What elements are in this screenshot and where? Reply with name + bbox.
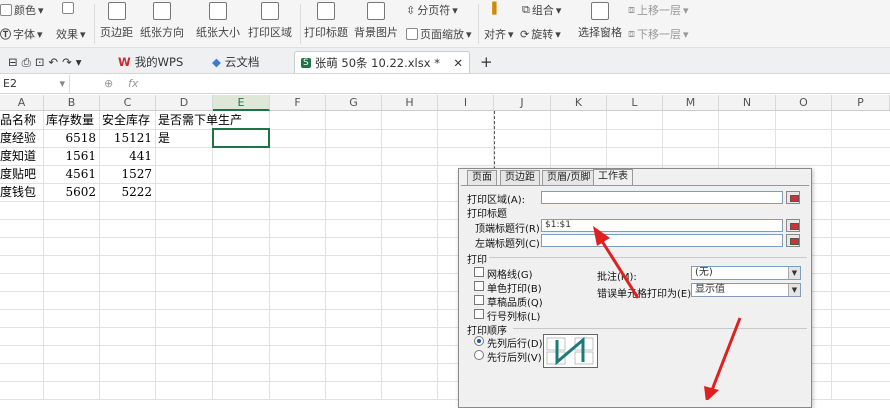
red-arrow-icon (704, 317, 742, 400)
red-arrow-icon (593, 226, 640, 299)
annotation-arrows (593, 226, 742, 400)
